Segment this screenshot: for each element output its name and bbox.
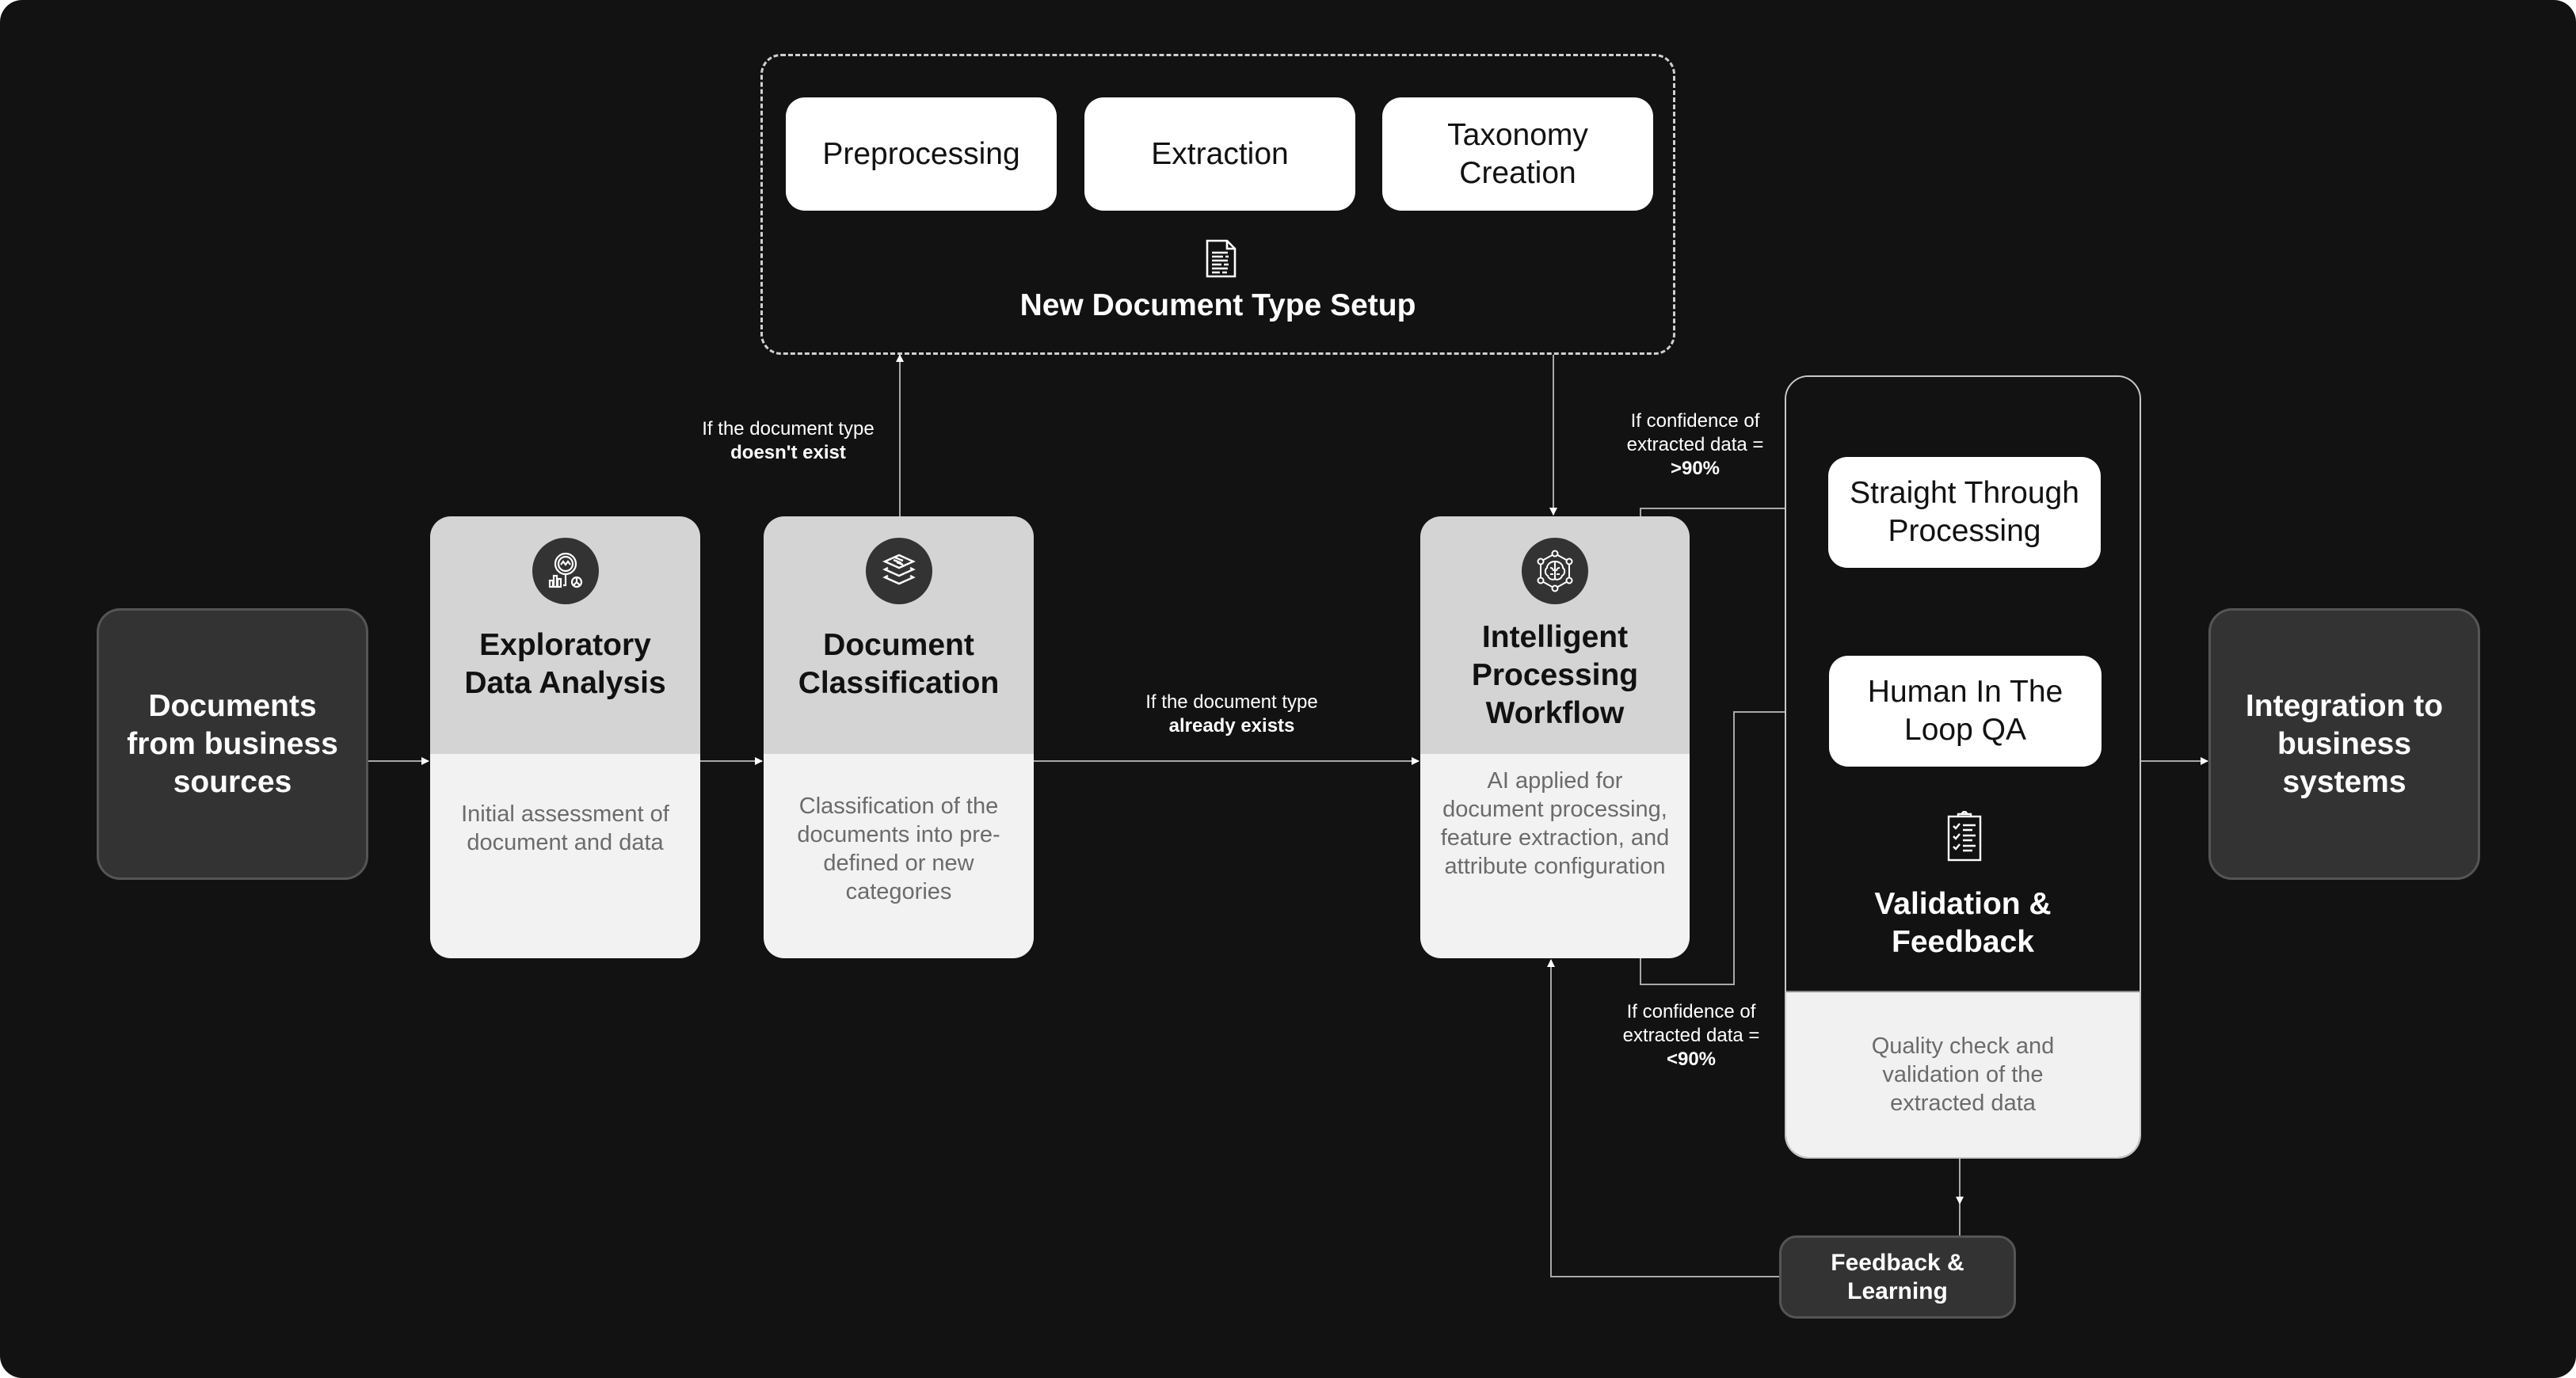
condition-high-confidence: If confidence of extracted data = >90% — [1626, 410, 1764, 479]
setup-title: New Document Type Setup — [1019, 288, 1416, 322]
new-document-type-setup-group: Preprocessing Extraction Taxonomy Creati… — [760, 54, 1675, 355]
stage-title: Exploratory Data Analysis — [464, 628, 666, 700]
stage-card-classification[interactable]: Document Classification Classification o… — [764, 516, 1034, 958]
destination-box[interactable]: Integration to business systems — [2208, 608, 2480, 880]
validation-description-area: Quality check and validation of the extr… — [1786, 991, 2140, 1157]
stage-description: Classification of the documents into pre… — [797, 794, 1000, 904]
source-box[interactable]: Documents from business sources — [97, 608, 368, 880]
destination-title: Integration to business systems — [2245, 688, 2444, 799]
validation-description: Quality check and validation of the extr… — [1871, 1034, 2055, 1116]
clipboard-checklist-icon — [1946, 810, 1983, 862]
validation-panel[interactable]: Straight Through Processing Human In The… — [1785, 375, 2141, 1159]
stage-description: Initial assessment of document and data — [461, 801, 669, 855]
stage-description: AI applied for document processing, feat… — [1440, 768, 1670, 879]
ai-brain-network-icon — [1522, 538, 1588, 604]
condition-low-confidence: If confidence of extracted data = <90% — [1622, 1001, 1760, 1070]
condition-exists: If the document type already exists — [1145, 691, 1318, 737]
stage-title: Document Classification — [798, 628, 1000, 700]
feedback-learning-box[interactable]: Feedback & Learning — [1779, 1235, 2016, 1319]
document-icon — [1203, 238, 1238, 280]
stage-card-ipw[interactable]: Intelligent Processing Workflow AI appli… — [1420, 516, 1690, 958]
option-human-in-the-loop[interactable]: Human In The Loop QA — [1829, 656, 2102, 767]
stage-title: Intelligent Processing Workflow — [1471, 620, 1639, 730]
condition-not-exists: If the document type doesn't exist — [702, 418, 875, 463]
option-straight-through-processing[interactable]: Straight Through Processing — [1828, 457, 2101, 568]
validation-title: Validation & Feedback — [1874, 887, 2052, 959]
setup-step-extraction[interactable]: Extraction — [1084, 97, 1355, 211]
stage-card-eda[interactable]: Exploratory Data Analysis Initial assess… — [430, 516, 700, 958]
layers-icon — [865, 538, 932, 604]
data-analysis-icon — [532, 538, 599, 604]
setup-step-taxonomy-creation[interactable]: Taxonomy Creation — [1382, 97, 1653, 211]
diagram-canvas: Documents from business sources Explorat… — [0, 0, 2576, 1378]
source-title: Documents from business sources — [127, 688, 338, 799]
setup-step-preprocessing[interactable]: Preprocessing — [786, 97, 1057, 211]
